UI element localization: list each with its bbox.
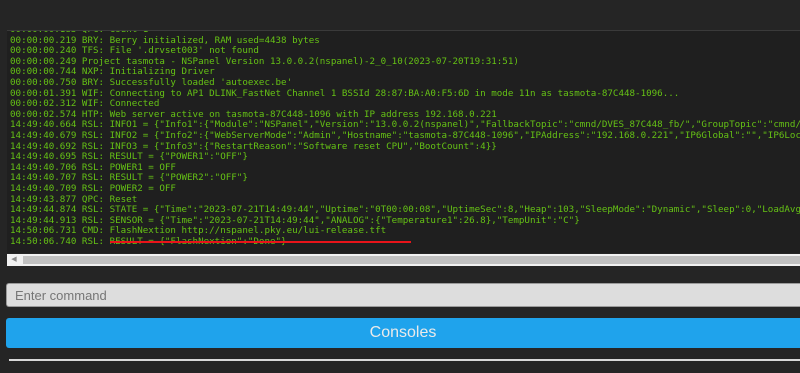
highlight-underline [110,241,411,243]
console-line: 14:49:40.709 RSL: POWER2 = OFF [10,182,176,194]
console-lines: 00:00:00.183 QPC: Count 100:00:00.219 BR… [10,31,800,247]
top-bar [0,0,800,30]
console-log[interactable]: 00:00:00.183 QPC: Count 100:00:00.219 BR… [7,30,800,253]
scrollbar-thumb[interactable] [23,256,800,264]
console-line: 14:49:40.679 RSL: INFO2 = {"Info2":{"Web… [10,129,800,141]
horizontal-scrollbar[interactable]: ◀ [7,254,800,266]
consoles-button[interactable]: Consoles [6,318,800,348]
command-input[interactable] [6,283,800,307]
divider [9,359,800,361]
scroll-left-arrow-icon[interactable]: ◀ [7,254,21,266]
console-line: 00:00:00.750 BRY: Successfully loaded 'a… [10,76,293,88]
